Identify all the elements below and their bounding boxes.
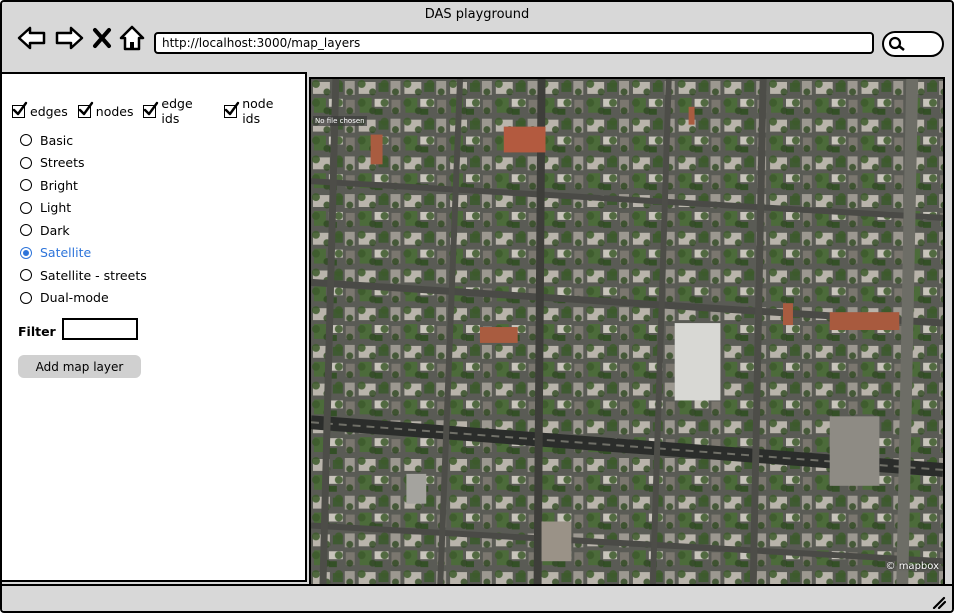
home-icon[interactable] xyxy=(118,24,146,52)
checkmark-icon xyxy=(78,101,93,115)
checkbox-node-ids[interactable]: node ids xyxy=(224,96,295,126)
satellite-map-image xyxy=(311,79,943,586)
address-url: http://localhost:3000/map_layers xyxy=(162,36,361,50)
checkmark-icon xyxy=(144,101,159,115)
radio-button[interactable] xyxy=(20,156,32,169)
browser-window: DAS playground http://localhost:3000/map… xyxy=(0,0,954,613)
search-button[interactable] xyxy=(882,31,944,57)
radio-label: Satellite xyxy=(40,245,92,261)
radio-button[interactable] xyxy=(20,179,32,192)
title-bar: DAS playground http://localhost:3000/map… xyxy=(2,2,952,72)
radio-bright[interactable]: Bright xyxy=(20,174,147,197)
radio-button[interactable] xyxy=(20,269,32,282)
add-map-layer-button[interactable]: Add map layer xyxy=(18,355,141,378)
checkbox-label: edge ids xyxy=(161,96,193,126)
radio-label: Streets xyxy=(40,155,85,171)
filter-input[interactable] xyxy=(62,318,138,340)
checkbox-row: edges nodes edge ids node ids xyxy=(12,96,305,126)
radio-label: Bright xyxy=(40,177,78,193)
radio-label: Dark xyxy=(40,222,70,238)
radio-label: Light xyxy=(40,200,72,216)
radio-dual-mode[interactable]: Dual-mode xyxy=(20,287,147,310)
forward-arrow-icon[interactable] xyxy=(53,24,85,52)
radio-streets[interactable]: Streets xyxy=(20,152,147,175)
radio-label: Satellite - streets xyxy=(40,267,147,283)
radio-button[interactable] xyxy=(20,246,32,259)
map-attribution[interactable]: © mapbox xyxy=(886,561,939,572)
checkbox-box[interactable] xyxy=(143,101,159,118)
radio-button[interactable] xyxy=(20,201,32,214)
address-bar[interactable]: http://localhost:3000/map_layers xyxy=(154,32,874,54)
radio-dark[interactable]: Dark xyxy=(20,219,147,242)
back-arrow-icon[interactable] xyxy=(16,24,48,52)
checkbox-label: node ids xyxy=(242,96,274,126)
checkbox-label: nodes xyxy=(95,103,134,119)
radio-button[interactable] xyxy=(20,134,32,147)
radio-satellite-streets[interactable]: Satellite - streets xyxy=(20,264,147,287)
file-input-label[interactable]: No file chosen xyxy=(313,116,367,126)
checkbox-edges[interactable]: edges xyxy=(12,101,68,119)
close-x-icon[interactable] xyxy=(90,24,114,52)
map-style-radio-group: Basic Streets Bright Light Dark Satellite Sate… xyxy=(20,129,147,309)
radio-button[interactable] xyxy=(20,291,32,304)
radio-button[interactable] xyxy=(20,224,32,237)
radio-light[interactable]: Light xyxy=(20,197,147,220)
checkbox-nodes[interactable]: nodes xyxy=(77,101,134,119)
search-icon xyxy=(888,36,905,51)
window-title: DAS playground xyxy=(424,7,530,22)
radio-satellite[interactable]: Satellite xyxy=(20,242,147,265)
radio-label: Dual-mode xyxy=(40,290,109,306)
checkmark-icon xyxy=(12,101,28,115)
radio-label: Basic xyxy=(40,132,74,148)
checkbox-box[interactable] xyxy=(224,101,240,118)
layer-control-panel: edges nodes edge ids node ids Basic Streets B… xyxy=(2,72,307,582)
filter-label: Filter xyxy=(18,324,56,339)
checkbox-label: edges xyxy=(30,103,68,119)
resize-handle-icon[interactable] xyxy=(932,595,946,609)
map-view[interactable]: No file chosen © mapbox xyxy=(309,77,945,588)
checkmark-icon xyxy=(225,101,240,115)
checkbox-box[interactable] xyxy=(12,101,28,118)
radio-basic[interactable]: Basic xyxy=(20,129,147,152)
checkbox-box[interactable] xyxy=(77,101,93,118)
status-bar xyxy=(2,584,952,611)
checkbox-edge-ids[interactable]: edge ids xyxy=(143,96,214,126)
